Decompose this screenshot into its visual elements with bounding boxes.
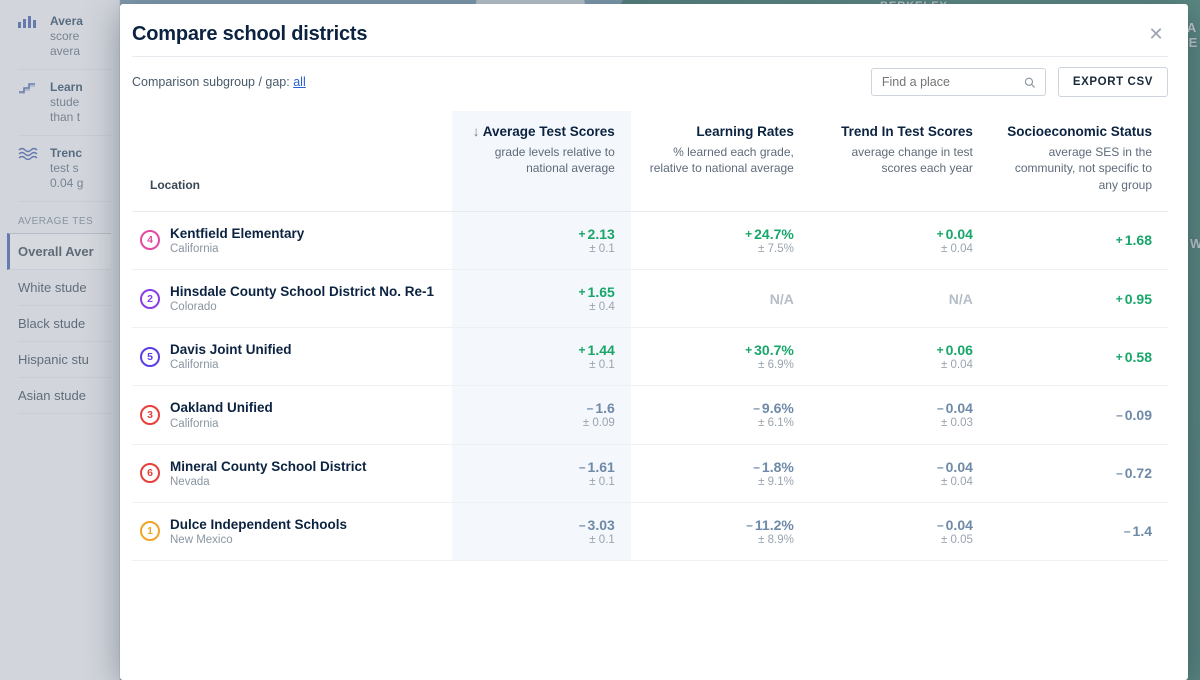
search-icon (1024, 76, 1035, 89)
district-badge: 5 (140, 347, 160, 367)
cell-value: +1.68 (1005, 232, 1152, 248)
district-name: Hinsdale County School District No. Re-1 (170, 284, 434, 300)
district-name: Mineral County School District (170, 459, 367, 475)
cell-na: N/A (949, 291, 973, 307)
table-row[interactable]: 1 Dulce Independent Schools New Mexico –… (132, 502, 1168, 560)
cell-value: +1.65 (468, 284, 615, 300)
district-name: Dulce Independent Schools (170, 517, 347, 533)
cell-value: –0.72 (1005, 465, 1152, 481)
cell-margin: ± 8.9% (647, 534, 794, 546)
cell-margin: ± 0.4 (468, 301, 615, 313)
cell-value: –1.6 (468, 400, 615, 416)
district-state: Colorado (170, 301, 434, 313)
compare-modal: Compare school districts ✕ Comparison su… (120, 4, 1188, 680)
table-row[interactable]: 5 Davis Joint Unified California +1.44 ±… (132, 328, 1168, 386)
cell-margin: ± 0.04 (826, 243, 973, 255)
cell-value: –3.03 (468, 517, 615, 533)
cell-value: +1.44 (468, 342, 615, 358)
table-row[interactable]: 3 Oakland Unified California –1.6 ± 0.09… (132, 386, 1168, 444)
modal-title: Compare school districts (132, 23, 367, 46)
district-name: Oakland Unified (170, 400, 273, 416)
cell-value: +24.7% (647, 226, 794, 242)
table-row[interactable]: 6 Mineral County School District Nevada … (132, 444, 1168, 502)
export-csv-button[interactable]: EXPORT CSV (1058, 67, 1168, 97)
cell-value: –9.6% (647, 400, 794, 416)
col-location[interactable]: Location (132, 111, 452, 211)
col-avg-scores[interactable]: Average Test Scores grade levels relativ… (452, 111, 631, 211)
cell-margin: ± 0.04 (826, 476, 973, 488)
cell-na: N/A (770, 291, 794, 307)
cell-margin: ± 7.5% (647, 243, 794, 255)
district-state: New Mexico (170, 534, 347, 546)
cell-margin: ± 0.04 (826, 359, 973, 371)
cell-value: –1.61 (468, 459, 615, 475)
district-badge: 1 (140, 521, 160, 541)
cell-value: +30.7% (647, 342, 794, 358)
comparison-table: Location Average Test Scores grade level… (132, 111, 1168, 680)
close-button[interactable]: ✕ (1144, 22, 1168, 46)
col-learning-rates[interactable]: Learning Rates % learned each grade, rel… (631, 111, 810, 211)
district-state: Nevada (170, 476, 367, 488)
district-state: California (170, 418, 273, 430)
cell-margin: ± 6.1% (647, 417, 794, 429)
cell-margin: ± 0.09 (468, 417, 615, 429)
cell-margin: ± 6.9% (647, 359, 794, 371)
district-badge: 2 (140, 289, 160, 309)
table-row[interactable]: 2 Hinsdale County School District No. Re… (132, 269, 1168, 327)
cell-value: +0.95 (1005, 291, 1152, 307)
cell-value: –11.2% (647, 517, 794, 533)
district-name: Kentfield Elementary (170, 226, 304, 242)
cell-value: –0.09 (1005, 407, 1152, 423)
cell-value: –0.04 (826, 459, 973, 475)
cell-margin: ± 0.1 (468, 243, 615, 255)
cell-value: +0.58 (1005, 349, 1152, 365)
cell-margin: ± 0.1 (468, 476, 615, 488)
district-badge: 3 (140, 405, 160, 425)
search-input[interactable] (882, 75, 1016, 89)
cell-margin: ± 0.05 (826, 534, 973, 546)
district-name: Davis Joint Unified (170, 342, 292, 358)
cell-margin: ± 0.1 (468, 359, 615, 371)
district-badge: 4 (140, 230, 160, 250)
cell-value: –1.8% (647, 459, 794, 475)
cell-margin: ± 0.1 (468, 534, 615, 546)
cell-value: –1.4 (1005, 523, 1152, 539)
district-badge: 6 (140, 463, 160, 483)
cell-value: +0.06 (826, 342, 973, 358)
cell-value: –0.04 (826, 517, 973, 533)
close-icon: ✕ (1148, 24, 1163, 45)
subgroup-link[interactable]: all (293, 75, 306, 89)
district-state: California (170, 243, 304, 255)
table-row[interactable]: 4 Kentfield Elementary California +2.13 … (132, 211, 1168, 269)
subgroup-label: Comparison subgroup / gap: all (132, 75, 306, 89)
cell-value: –0.04 (826, 400, 973, 416)
cell-margin: ± 9.1% (647, 476, 794, 488)
col-ses[interactable]: Socioeconomic Status average SES in the … (989, 111, 1168, 211)
cell-margin: ± 0.03 (826, 417, 973, 429)
district-state: California (170, 359, 292, 371)
search-input-wrapper[interactable] (871, 68, 1046, 96)
col-trend[interactable]: Trend In Test Scores average change in t… (810, 111, 989, 211)
cell-value: +0.04 (826, 226, 973, 242)
cell-value: +2.13 (468, 226, 615, 242)
